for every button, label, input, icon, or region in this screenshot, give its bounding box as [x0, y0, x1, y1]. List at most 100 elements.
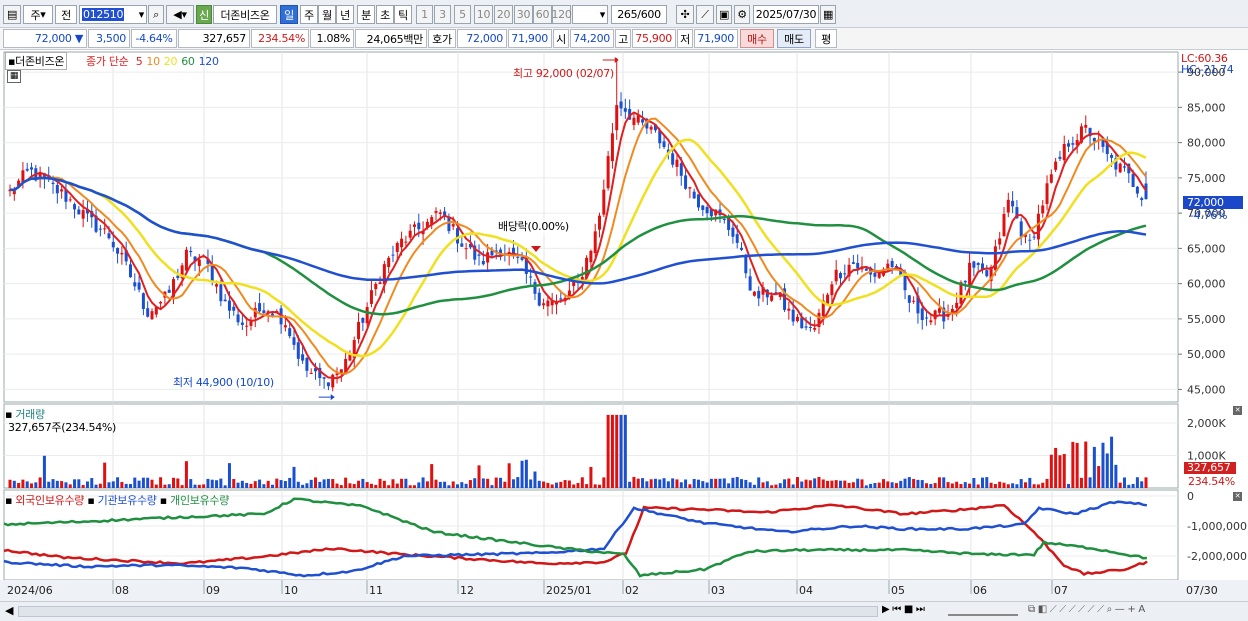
- candle-body: [240, 322, 244, 325]
- volume-bar: [434, 479, 438, 488]
- close-icon[interactable]: ✕: [1233, 406, 1242, 415]
- volume-bar: [103, 462, 107, 488]
- volume-bar: [791, 484, 795, 488]
- period-button-5[interactable]: 분: [357, 5, 375, 24]
- sell-button[interactable]: 매도: [777, 29, 811, 48]
- interval-button-10[interactable]: 10: [474, 5, 493, 24]
- eval-button[interactable]: 평: [815, 29, 837, 48]
- price-panel-title: ▪더존비즈온: [5, 52, 68, 70]
- volume-bar: [146, 477, 150, 488]
- volume-bar: [275, 478, 279, 488]
- period-stock-select[interactable]: 주 ▾: [23, 5, 53, 24]
- candle-body: [511, 247, 515, 254]
- speaker-icon[interactable]: ◀▾: [166, 5, 194, 24]
- candle-body: [671, 153, 675, 165]
- crosshair-icon[interactable]: ✣: [676, 5, 694, 24]
- volume-bar: [937, 477, 941, 488]
- ma-legend: 종가 단순 5 10 20 60 120: [86, 53, 219, 69]
- chart-canvas[interactable]: 2024/06 08 09 10 11 12 2025/01 02 03 04 05 06 07 07/3…: [0, 50, 1248, 601]
- volume-bar: [477, 465, 481, 488]
- interval-button-60[interactable]: 60: [533, 5, 552, 24]
- trade-value: 24,065백만: [355, 29, 427, 48]
- volume-bar: [382, 480, 386, 488]
- period-button-3[interactable]: 월: [318, 5, 336, 24]
- candle-body: [150, 311, 154, 320]
- volume-bar: [645, 481, 649, 488]
- drawing-tools-icon[interactable]: ⧉ ◧ ⟋ ⟋ ⟋ ⟋ ⟋ ⟋ ⌕ — + A: [1028, 604, 1145, 615]
- candle-body: [361, 317, 365, 323]
- interval-button-120[interactable]: 120: [551, 5, 572, 24]
- period-button-4[interactable]: 년: [336, 5, 354, 24]
- volume-bar: [227, 463, 231, 488]
- line-tool-icon[interactable]: ⟋: [696, 5, 714, 24]
- candle-body: [529, 276, 533, 278]
- interval-button-3[interactable]: 3: [434, 5, 451, 24]
- count-field[interactable]: 265/600: [611, 5, 667, 24]
- volume-bar: [619, 414, 623, 488]
- candle-body: [589, 250, 593, 263]
- scroll-left-icon[interactable]: ◀: [5, 604, 13, 617]
- volume-bar: [206, 478, 210, 488]
- grid-toggle-icon[interactable]: ▦: [7, 70, 21, 83]
- candle-body: [451, 224, 455, 227]
- volume-bar: [215, 480, 219, 488]
- interval-button-30[interactable]: 30: [514, 5, 533, 24]
- period-button-2[interactable]: 주: [300, 5, 318, 24]
- search-icon[interactable]: ⌕: [148, 5, 164, 24]
- volume-bar: [546, 482, 550, 488]
- candle-body: [1011, 200, 1015, 207]
- new-badge: 신: [196, 5, 212, 24]
- interval-button-20[interactable]: 20: [494, 5, 513, 24]
- save-icon[interactable]: ▣: [716, 5, 732, 24]
- candle-body: [481, 260, 485, 265]
- volume-bar: [184, 461, 188, 488]
- stock-code-value: 012510: [82, 8, 125, 21]
- prev-button[interactable]: 전: [55, 5, 77, 24]
- horizontal-scrollbar[interactable]: [18, 606, 878, 617]
- volume-bar: [1092, 446, 1096, 488]
- chart-menu-icon[interactable]: ▤: [3, 5, 21, 24]
- volume-bar: [180, 485, 184, 488]
- period-button-1[interactable]: 일: [280, 5, 298, 24]
- stock-name-field[interactable]: 더존비즈온: [213, 5, 277, 24]
- volume-bar: [830, 480, 834, 488]
- period-button-7[interactable]: 틱: [394, 5, 412, 24]
- gear-icon[interactable]: ⚙: [734, 5, 750, 24]
- stock-code-input[interactable]: 012510 ▾: [79, 5, 147, 24]
- candle-body: [116, 247, 120, 254]
- x-axis-label-8: 03: [711, 584, 725, 597]
- date-field[interactable]: 2025/07/30: [753, 5, 819, 24]
- candle-body: [795, 316, 799, 321]
- candle-body: [159, 302, 163, 304]
- volume-bar: [1011, 483, 1015, 488]
- candle-body: [1131, 173, 1135, 188]
- period-button-6[interactable]: 초: [376, 5, 394, 24]
- volume-bar: [559, 481, 563, 488]
- candle-body: [227, 300, 231, 311]
- interval-select[interactable]: ▾: [572, 5, 608, 24]
- chart-area[interactable]: 2024/06 08 09 10 11 12 2025/01 02 03 04 05 06 07 07/3…: [0, 50, 1248, 601]
- volume-bar: [159, 477, 163, 488]
- candle-body: [744, 254, 748, 274]
- candle-body: [309, 373, 313, 375]
- volume-summary: 327,657주(234.54%): [8, 421, 117, 434]
- holdings-y-label-1: -1,000,000: [1187, 520, 1247, 533]
- candle-body: [417, 222, 421, 230]
- volume-bar: [468, 480, 472, 488]
- volume-bar: [253, 481, 257, 488]
- volume-bar: [1028, 477, 1032, 488]
- volume-bar: [464, 483, 468, 488]
- volume-bar: [1062, 454, 1066, 488]
- interval-button-1[interactable]: 1: [416, 5, 433, 24]
- volume-bar: [576, 483, 580, 488]
- x-axis-label-12: 07: [1054, 584, 1068, 597]
- interval-button-5[interactable]: 5: [454, 5, 471, 24]
- close-icon[interactable]: ✕: [1233, 492, 1242, 501]
- candle-body: [830, 284, 834, 296]
- zoom-slider[interactable]: [948, 607, 1018, 616]
- candle-body: [331, 374, 335, 388]
- buy-button[interactable]: 매수: [740, 29, 774, 48]
- volume-bar: [580, 477, 584, 488]
- scroll-controls-icon[interactable]: ▶ ⏮ ■ ⏭: [882, 604, 925, 615]
- calendar-icon[interactable]: ▦: [820, 5, 836, 24]
